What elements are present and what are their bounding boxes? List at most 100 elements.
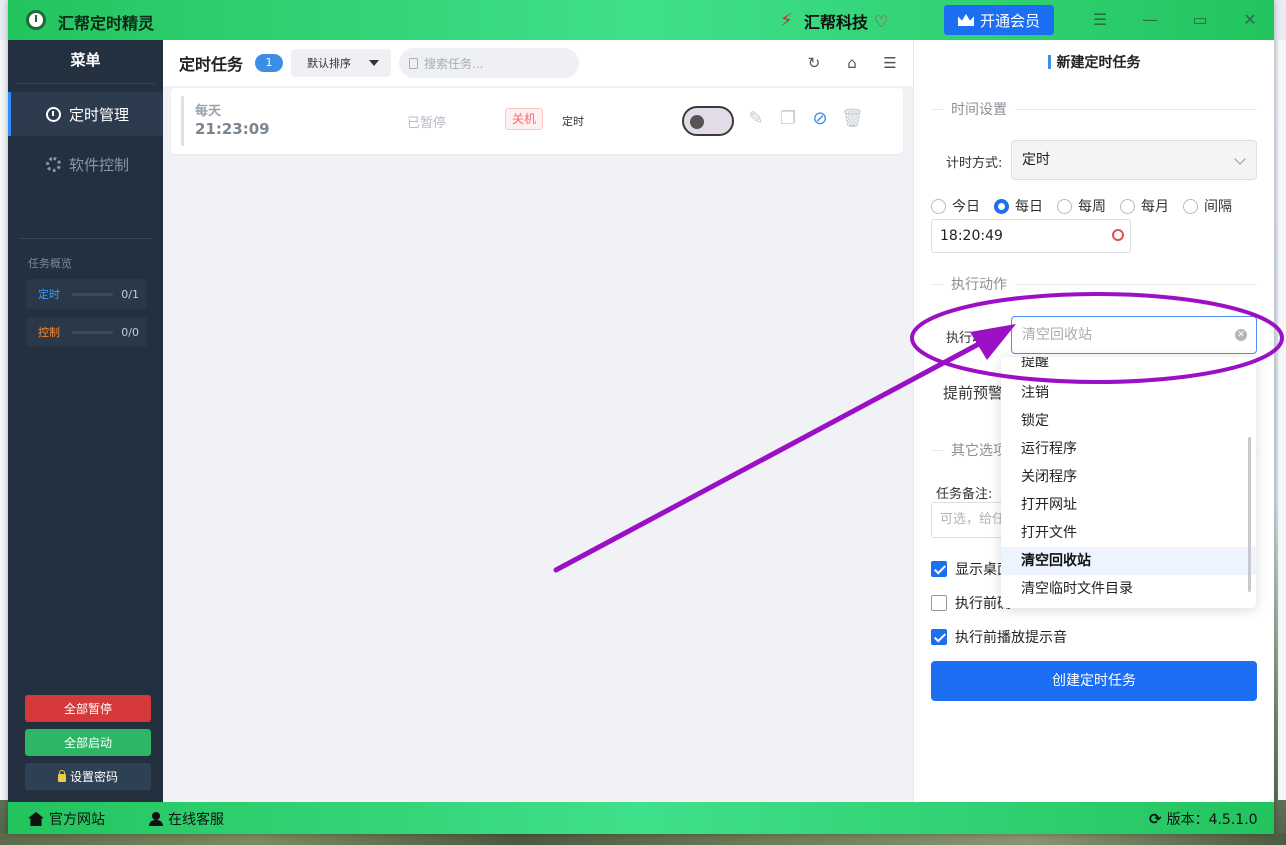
alarm-clock-logo-icon — [26, 10, 46, 30]
task-time: 21:23:09 — [195, 120, 270, 138]
caret-down-icon — [369, 60, 380, 66]
overview-label-control: 控制 — [38, 326, 60, 339]
version-label: 版本：4.5.1.0 — [1166, 812, 1258, 828]
overview-row-timer: 定时 0/1 — [26, 279, 147, 309]
website-label: 官方网站 — [49, 812, 105, 828]
dropdown-item[interactable]: 运行程序 — [1001, 435, 1256, 463]
action-label: 执行动作: — [946, 331, 1003, 346]
desktop-wallpaper — [0, 833, 1286, 845]
radio-dot — [931, 198, 946, 214]
dropdown-item[interactable]: 清空临时文件目录 — [1001, 575, 1256, 603]
clear-icon[interactable]: ✕ — [1235, 329, 1247, 341]
sidebar-item-timer-management[interactable]: 定时管理 — [8, 92, 163, 136]
task-list-area: 定时任务 1 默认排序 搜索任务... ↻ ⌂ ☰ 每天 21:23:09 已暂… — [163, 40, 913, 802]
log-icon[interactable]: ☰ — [881, 54, 899, 72]
support-label: 在线客服 — [168, 812, 224, 828]
task-type: 定时 — [562, 115, 584, 128]
page-title: 定时任务 — [179, 55, 244, 74]
search-input[interactable]: 搜索任务... — [399, 48, 580, 78]
status-bar: 官方网站 在线客服 ⟳ 版本：4.5.1.0 — [8, 802, 1274, 834]
dropdown-item[interactable]: 注销 — [1001, 379, 1256, 407]
edit-icon[interactable]: ✎ — [745, 108, 767, 130]
action-placeholder: 清空回收站 — [1022, 327, 1092, 343]
desktop-edge-left — [0, 40, 8, 800]
gear-icon — [46, 156, 61, 172]
radio-weekly[interactable]: 每周 — [1057, 196, 1106, 216]
sidebar: 菜单 定时管理 软件控制 任务概览 定时 0/1 控制 0/0 全部暂停 全部启… — [8, 40, 163, 802]
overview-count: 0/1 — [121, 287, 139, 301]
overview-count: 0/0 — [121, 325, 139, 339]
minimize-icon[interactable]: — — [1135, 8, 1165, 32]
time-picker-input[interactable]: 18:20:49 — [931, 219, 1131, 253]
checkbox-label: 执行前播放提示音 — [955, 630, 1067, 646]
timer-mode-label: 计时方式: — [946, 156, 1003, 171]
dropdown-item[interactable]: 打开文件 — [1001, 519, 1256, 547]
brand[interactable]: ⚡ 汇帮科技 ♡ — [780, 9, 888, 33]
sidebar-item-software-control[interactable]: 软件控制 — [8, 142, 163, 186]
radio-label: 今日 — [952, 199, 980, 215]
home-icon — [28, 812, 44, 826]
crown-icon — [957, 14, 974, 26]
dropdown-scrollbar[interactable] — [1248, 437, 1251, 592]
sort-dropdown[interactable]: 默认排序 — [291, 49, 392, 77]
pause-all-button[interactable]: 全部暂停 — [25, 695, 151, 722]
dropdown-item[interactable]: 提醒 — [1001, 357, 1256, 379]
note-label: 任务备注: — [936, 487, 993, 502]
sidebar-title: 菜单 — [16, 40, 155, 84]
vip-button[interactable]: 开通会员 — [944, 5, 1054, 35]
dropdown-item[interactable]: 锁定 — [1001, 407, 1256, 435]
version-info[interactable]: ⟳ 版本：4.5.1.0 — [1149, 809, 1258, 829]
copy-icon[interactable]: ❐ — [777, 108, 799, 130]
section-rule — [1015, 283, 1257, 285]
dropdown-item[interactable]: 打开网址 — [1001, 491, 1256, 519]
action-select[interactable]: 清空回收站 ✕ — [1011, 316, 1257, 354]
checkbox-box — [931, 629, 947, 645]
clock-icon — [46, 106, 61, 122]
user-icon — [149, 812, 163, 826]
brand-logo-icon: ⚡ — [780, 10, 793, 31]
task-enable-toggle[interactable] — [682, 106, 734, 136]
section-time-settings: 时间设置 — [931, 99, 1257, 119]
show-desktop-checkbox[interactable]: 显示桌面 — [931, 559, 1011, 579]
start-all-button[interactable]: 全部启动 — [25, 729, 151, 756]
task-action-tag: 关机 — [505, 108, 544, 130]
vip-label: 开通会员 — [979, 11, 1040, 30]
delete-icon[interactable]: 🗑 — [841, 108, 864, 130]
task-row[interactable]: 每天 21:23:09 已暂停 关机 定时 ✎ ❐ ⊘ 🗑 — [171, 88, 903, 154]
create-task-button[interactable]: 创建定时任务 — [931, 661, 1257, 701]
repeat-radio-group: 今日 每日 每周 每月 间隔 — [931, 196, 1246, 216]
panel-title: 新建定时任务 — [914, 40, 1274, 86]
section-rule — [931, 283, 943, 285]
dropdown-item-selected[interactable]: 清空回收站 — [1001, 547, 1256, 575]
set-password-label: 设置密码 — [69, 770, 118, 784]
radio-daily[interactable]: 每日 — [994, 196, 1043, 216]
alarm-clock-icon[interactable] — [1112, 229, 1124, 241]
warning-label: 提前预警: — [943, 384, 1009, 402]
clear-icon[interactable]: ⌂ — [843, 54, 861, 72]
run-now-icon[interactable]: ⊘ — [809, 108, 831, 130]
close-icon[interactable]: ✕ — [1235, 8, 1265, 32]
timer-mode-select[interactable]: 定时 — [1011, 140, 1257, 180]
radio-dot — [1183, 198, 1198, 214]
confirm-before-checkbox[interactable]: 执行前确 — [931, 593, 1011, 613]
set-password-button[interactable]: 设置密码 — [25, 763, 151, 790]
dropdown-item[interactable]: 关闭程序 — [1001, 463, 1256, 491]
section-rule — [1015, 108, 1257, 110]
radio-today[interactable]: 今日 — [931, 196, 980, 216]
menu-icon[interactable]: ☰ — [1085, 8, 1115, 32]
chevron-down-icon — [1234, 153, 1246, 165]
online-support-link[interactable]: 在线客服 — [149, 809, 224, 829]
overview-label-timer: 定时 — [38, 288, 60, 301]
official-website-link[interactable]: 官方网站 — [28, 809, 105, 829]
maximize-icon[interactable]: ▭ — [1185, 8, 1215, 32]
radio-dot — [1057, 198, 1072, 214]
radio-interval[interactable]: 间隔 — [1183, 196, 1232, 216]
section-execute-action: 执行动作 — [931, 274, 1257, 294]
play-sound-checkbox[interactable]: 执行前播放提示音 — [931, 627, 1067, 647]
refresh-icon[interactable]: ↻ — [805, 54, 823, 72]
radio-monthly[interactable]: 每月 — [1120, 196, 1169, 216]
search-doc-icon — [409, 57, 419, 69]
section-rule — [931, 108, 943, 110]
overview-label: 任务概览 — [28, 257, 72, 270]
search-placeholder: 搜索任务... — [424, 56, 484, 71]
